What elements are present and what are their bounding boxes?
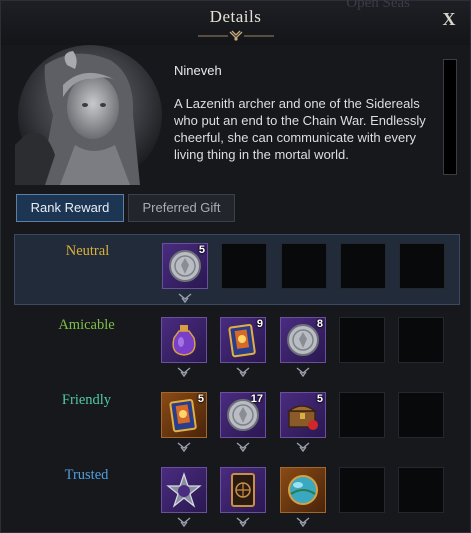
reward-count: 9 — [256, 318, 263, 330]
reward-slot[interactable] — [220, 467, 266, 513]
reward-slot[interactable]: 5 — [280, 392, 326, 438]
reward-slot[interactable] — [280, 467, 326, 513]
description-scrollbar[interactable] — [443, 59, 457, 175]
reward-count: 5 — [197, 393, 204, 405]
chevron-down-icon — [296, 367, 310, 377]
tier-row-amicable: Amicable 9 8 — [14, 309, 460, 380]
empty-reward-slot — [339, 467, 385, 513]
tier-label: Friendly — [61, 392, 112, 408]
reward-count: 5 — [316, 393, 323, 405]
chevron-down-icon — [177, 367, 191, 377]
card-pack-icon — [228, 324, 256, 358]
tab-rank-reward[interactable]: Rank Reward — [16, 194, 124, 222]
tier-label: Amicable — [58, 317, 115, 333]
card-pack-icon — [169, 399, 197, 433]
tarot-card-icon — [231, 473, 255, 507]
reward-count: 8 — [316, 318, 323, 330]
tab-preferred-gift[interactable]: Preferred Gift — [128, 194, 235, 222]
tier-row-trusted: Trusted — [14, 459, 460, 530]
chevron-down-icon — [178, 293, 192, 303]
reward-slot[interactable] — [161, 317, 207, 363]
reward-slot[interactable]: 9 — [220, 317, 266, 363]
orb-icon — [288, 475, 318, 505]
reward-slot[interactable]: 5 — [161, 392, 207, 438]
empty-reward-slot — [399, 243, 445, 289]
character-name: Nineveh — [174, 63, 222, 78]
reward-slot[interactable]: 17 — [220, 392, 266, 438]
chevron-down-icon — [296, 442, 310, 452]
reward-slot[interactable] — [161, 467, 207, 513]
empty-reward-slot — [339, 392, 385, 438]
title-ornament-icon — [198, 30, 274, 41]
empty-reward-slot — [340, 243, 386, 289]
empty-reward-slot — [221, 243, 267, 289]
treasure-chest-icon — [286, 405, 318, 430]
empty-reward-slot — [339, 317, 385, 363]
tier-label: Trusted — [64, 467, 109, 483]
reward-slot[interactable]: 5 — [162, 243, 208, 289]
chevron-down-icon — [236, 517, 250, 527]
character-description: A Lazenith archer and one of the Siderea… — [174, 96, 426, 162]
tier-row-neutral: Neutral 5 — [14, 234, 460, 305]
empty-reward-slot — [398, 317, 444, 363]
tier-label: Neutral — [65, 243, 110, 259]
tier-row-friendly: Friendly 5 17 5 — [14, 384, 460, 455]
chevron-down-icon — [177, 442, 191, 452]
close-button[interactable]: X — [440, 9, 458, 29]
potion-flask-icon — [172, 325, 196, 356]
silver-coin-icon — [169, 250, 201, 282]
chevron-down-icon — [177, 517, 191, 527]
character-portrait — [15, 45, 165, 185]
chevron-down-icon — [236, 367, 250, 377]
reward-count: 17 — [250, 393, 263, 405]
title-bar: Open Seas Details X — [1, 0, 470, 45]
empty-reward-slot — [398, 467, 444, 513]
star-emblem-icon — [166, 472, 202, 508]
reward-slot[interactable]: 8 — [280, 317, 326, 363]
window-title: Details — [209, 7, 262, 26]
chevron-down-icon — [236, 442, 250, 452]
silver-coin-icon — [287, 324, 319, 356]
empty-reward-slot — [281, 243, 327, 289]
chevron-down-icon — [296, 517, 310, 527]
empty-reward-slot — [398, 392, 444, 438]
details-window: Open Seas Details X Nineveh A Lazenith a… — [0, 0, 471, 533]
reward-count: 5 — [198, 244, 205, 256]
